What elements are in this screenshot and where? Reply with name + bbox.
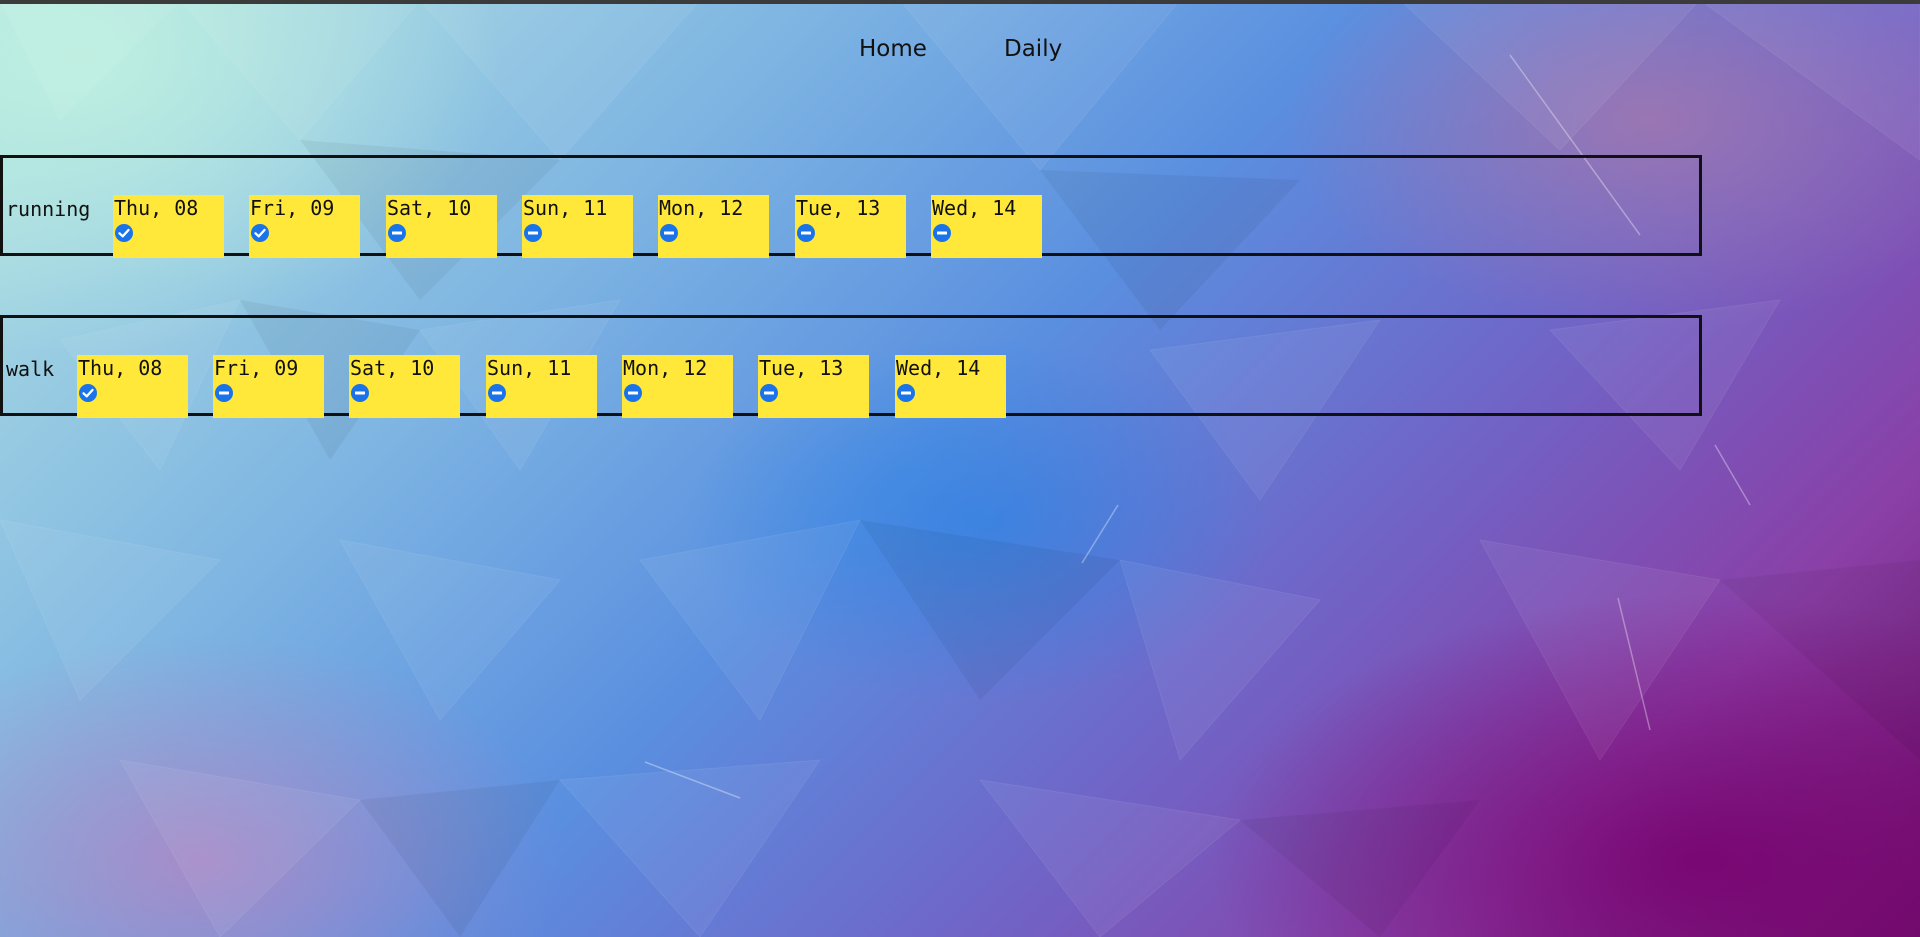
habit-name: running — [6, 197, 91, 221]
polygon-background — [0, 0, 1920, 937]
day-cell[interactable]: Sat, 10 — [386, 195, 497, 258]
day-label: Sat, 10 — [387, 196, 472, 220]
day-cell[interactable]: Wed, 14 — [931, 195, 1042, 258]
day-label: Sun, 11 — [487, 356, 572, 380]
day-label: Thu, 08 — [114, 196, 199, 220]
day-cell[interactable]: Sat, 10 — [349, 355, 460, 418]
day-label: Wed, 14 — [932, 196, 1017, 220]
habit-name: walk — [6, 357, 55, 381]
habit-row-walk: walk Thu, 08 Fri, 09 Sat, 10 Sun, 11 Mon… — [0, 315, 1702, 418]
day-cell[interactable]: Sun, 11 — [486, 355, 597, 418]
day-label: Tue, 13 — [796, 196, 881, 220]
minus-circle-icon — [760, 384, 778, 402]
day-cell[interactable]: Fri, 09 — [213, 355, 324, 418]
check-circle-icon — [251, 224, 269, 242]
minus-circle-icon — [660, 224, 678, 242]
day-label: Mon, 12 — [659, 196, 744, 220]
check-circle-icon — [79, 384, 97, 402]
minus-circle-icon — [797, 224, 815, 242]
day-cell[interactable]: Wed, 14 — [895, 355, 1006, 418]
day-label: Wed, 14 — [896, 356, 981, 380]
day-cell[interactable]: Mon, 12 — [622, 355, 733, 418]
day-label: Sat, 10 — [350, 356, 435, 380]
day-label: Tue, 13 — [759, 356, 844, 380]
nav-daily-link[interactable]: Daily — [1004, 36, 1062, 62]
day-label: Sun, 11 — [523, 196, 608, 220]
minus-circle-icon — [215, 384, 233, 402]
day-cell[interactable]: Thu, 08 — [113, 195, 224, 258]
day-cell[interactable]: Sun, 11 — [522, 195, 633, 258]
day-cell[interactable]: Mon, 12 — [658, 195, 769, 258]
day-label: Fri, 09 — [214, 356, 299, 380]
day-cell[interactable]: Thu, 08 — [77, 355, 188, 418]
window-top-border — [0, 0, 1920, 4]
day-label: Thu, 08 — [78, 356, 163, 380]
day-label: Fri, 09 — [250, 196, 335, 220]
habit-row-running: running Thu, 08 Fri, 09 Sat, 10 Sun, 11 … — [0, 155, 1702, 258]
check-circle-icon — [115, 224, 133, 242]
minus-circle-icon — [933, 224, 951, 242]
minus-circle-icon — [351, 384, 369, 402]
minus-circle-icon — [388, 224, 406, 242]
day-cell[interactable]: Fri, 09 — [249, 195, 360, 258]
day-cell[interactable]: Tue, 13 — [758, 355, 869, 418]
minus-circle-icon — [897, 384, 915, 402]
top-nav: Home Daily — [0, 36, 1920, 66]
nav-home-link[interactable]: Home — [859, 36, 927, 62]
minus-circle-icon — [488, 384, 506, 402]
minus-circle-icon — [524, 224, 542, 242]
day-cell[interactable]: Tue, 13 — [795, 195, 906, 258]
minus-circle-icon — [624, 384, 642, 402]
day-label: Mon, 12 — [623, 356, 708, 380]
